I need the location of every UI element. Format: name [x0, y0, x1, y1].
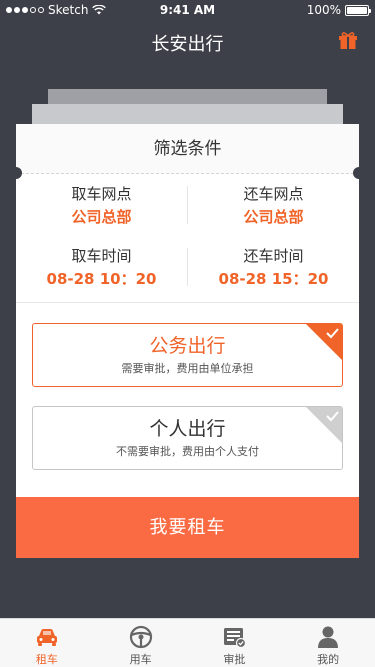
return-time-label: 还车时间 [243, 247, 304, 265]
tab-rent[interactable]: 租车 [0, 619, 94, 667]
personal-trip-title: 个人出行 [149, 418, 226, 440]
return-time[interactable]: 还车时间 08-28 15：20 [188, 246, 359, 290]
filter-card-title: 筛选条件 [16, 124, 359, 174]
tab-rent-label: 租车 [35, 653, 58, 666]
steering-wheel-icon [129, 625, 152, 649]
pickup-location-label: 取车网点 [71, 185, 132, 203]
divider [16, 302, 359, 303]
tab-mine-label: 我的 [317, 653, 340, 666]
pickup-location[interactable]: 取车网点 公司总部 [16, 184, 187, 228]
rental-info-grid: 取车网点 公司总部 还车网点 公司总部 取车时间 08-28 10：20 还车时… [16, 176, 359, 302]
gift-icon[interactable] [338, 30, 358, 50]
tab-mine[interactable]: 我的 [281, 619, 375, 667]
approval-icon [224, 628, 247, 649]
return-location[interactable]: 还车网点 公司总部 [188, 184, 359, 228]
business-trip-subtitle: 需要审批，费用由单位承担 [121, 362, 254, 375]
status-bar: Sketch 9:41 AM 100% [0, 0, 375, 20]
business-trip-title: 公务出行 [149, 335, 226, 357]
rent-car-button[interactable]: 我要租车 [16, 497, 359, 558]
tab-approval[interactable]: 审批 [188, 619, 282, 667]
return-location-value: 公司总部 [243, 208, 304, 226]
pickup-time-label: 取车时间 [71, 247, 132, 265]
status-right: 100% [306, 3, 371, 17]
personal-trip-option[interactable]: 个人出行 不需要审批，费用由个人支付 [32, 406, 343, 470]
tab-bar: 租车 用车 审批 我的 [0, 618, 375, 667]
pickup-location-value: 公司总部 [71, 208, 132, 226]
selected-check-icon [306, 324, 342, 360]
return-location-label: 还车网点 [243, 185, 304, 203]
unselected-check-icon [306, 407, 342, 443]
tab-approval-label: 审批 [223, 653, 246, 666]
pickup-time-value: 08-28 10：20 [46, 270, 157, 288]
tab-use-label: 用车 [129, 653, 152, 666]
page-title: 长安出行 [151, 34, 224, 55]
business-trip-option[interactable]: 公务出行 需要审批，费用由单位承担 [32, 323, 343, 387]
return-time-value: 08-28 15：20 [218, 270, 329, 288]
tab-use[interactable]: 用车 [94, 619, 188, 667]
battery-icon [345, 4, 371, 16]
car-icon [36, 629, 57, 646]
battery-percentage: 100% [306, 3, 341, 17]
user-icon [318, 626, 339, 648]
pickup-time[interactable]: 取车时间 08-28 10：20 [16, 246, 187, 290]
personal-trip-subtitle: 不需要审批，费用由个人支付 [116, 445, 259, 458]
filter-card: 筛选条件 取车网点 公司总部 还车网点 公司总部 取车时间 08-28 10：2… [10, 124, 365, 558]
